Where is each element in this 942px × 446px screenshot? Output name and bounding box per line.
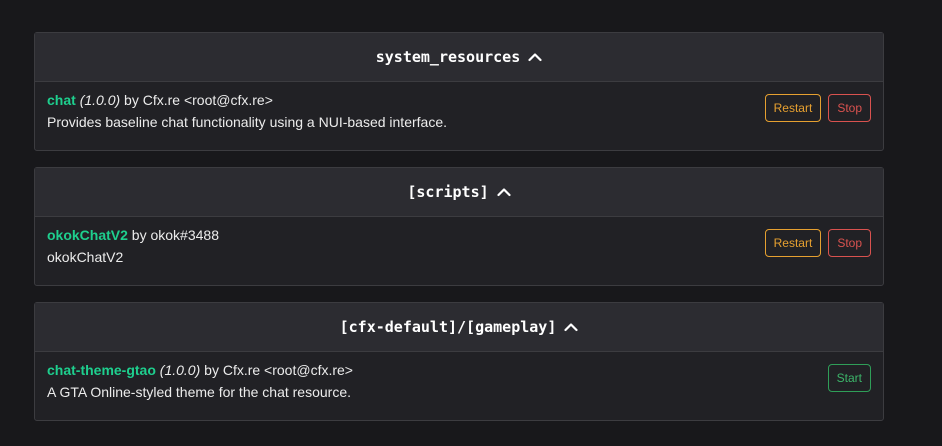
group-title: [scripts] — [407, 183, 489, 201]
resource-group-system-resources: system_resources chat (1.0.0) by Cfx.re … — [34, 32, 884, 151]
restart-button[interactable]: Restart — [764, 94, 822, 122]
chevron-up-icon — [497, 187, 511, 197]
resource-name: chat — [47, 92, 76, 108]
resource-author: by okok#3488 — [127, 227, 219, 243]
resource-name: okokChatV2 — [47, 227, 128, 243]
group-header-toggle[interactable]: system_resources — [35, 33, 883, 82]
resource-header-line: okokChatV2 by okok#3488 — [47, 227, 219, 243]
resource-author: by Cfx.re <root@cfx.re> — [200, 362, 353, 378]
restart-button[interactable]: Restart — [764, 229, 822, 257]
chevron-up-icon — [564, 322, 578, 332]
resource-description: okokChatV2 — [47, 249, 124, 265]
resource-description: Provides baseline chat functionality usi… — [47, 114, 447, 130]
resource-name: chat-theme-gtao — [47, 362, 156, 378]
stop-button[interactable]: Stop — [828, 229, 871, 257]
resource-actions: Start — [827, 364, 871, 392]
group-header-toggle[interactable]: [scripts] — [35, 168, 883, 217]
resource-header-line: chat (1.0.0) by Cfx.re <root@cfx.re> — [47, 92, 273, 108]
resource-group-cfx-default-gameplay: [cfx-default]/[gameplay] chat-theme-gtao… — [34, 302, 884, 421]
resource-version: (1.0.0) — [159, 362, 201, 378]
stop-button[interactable]: Stop — [828, 94, 871, 122]
group-title: [cfx-default]/[gameplay] — [339, 318, 557, 336]
resource-list: system_resources chat (1.0.0) by Cfx.re … — [34, 32, 884, 437]
resource-description: A GTA Online-styled theme for the chat r… — [47, 384, 351, 400]
resource-actions: Restart Stop — [764, 94, 871, 122]
resource-version: (1.0.0) — [79, 92, 121, 108]
group-title: system_resources — [375, 48, 521, 66]
resource-item: okokChatV2 by okok#3488 okokChatV2 Resta… — [35, 217, 883, 285]
resource-item: chat (1.0.0) by Cfx.re <root@cfx.re> Pro… — [35, 82, 883, 150]
group-header-toggle[interactable]: [cfx-default]/[gameplay] — [35, 303, 883, 352]
start-button[interactable]: Start — [827, 364, 871, 392]
chevron-up-icon — [528, 52, 542, 62]
resource-header-line: chat-theme-gtao (1.0.0) by Cfx.re <root@… — [47, 362, 353, 378]
resource-actions: Restart Stop — [764, 229, 871, 257]
resource-group-scripts: [scripts] okokChatV2 by okok#3488 okokCh… — [34, 167, 884, 286]
resource-item: chat-theme-gtao (1.0.0) by Cfx.re <root@… — [35, 352, 883, 420]
resource-author: by Cfx.re <root@cfx.re> — [120, 92, 273, 108]
